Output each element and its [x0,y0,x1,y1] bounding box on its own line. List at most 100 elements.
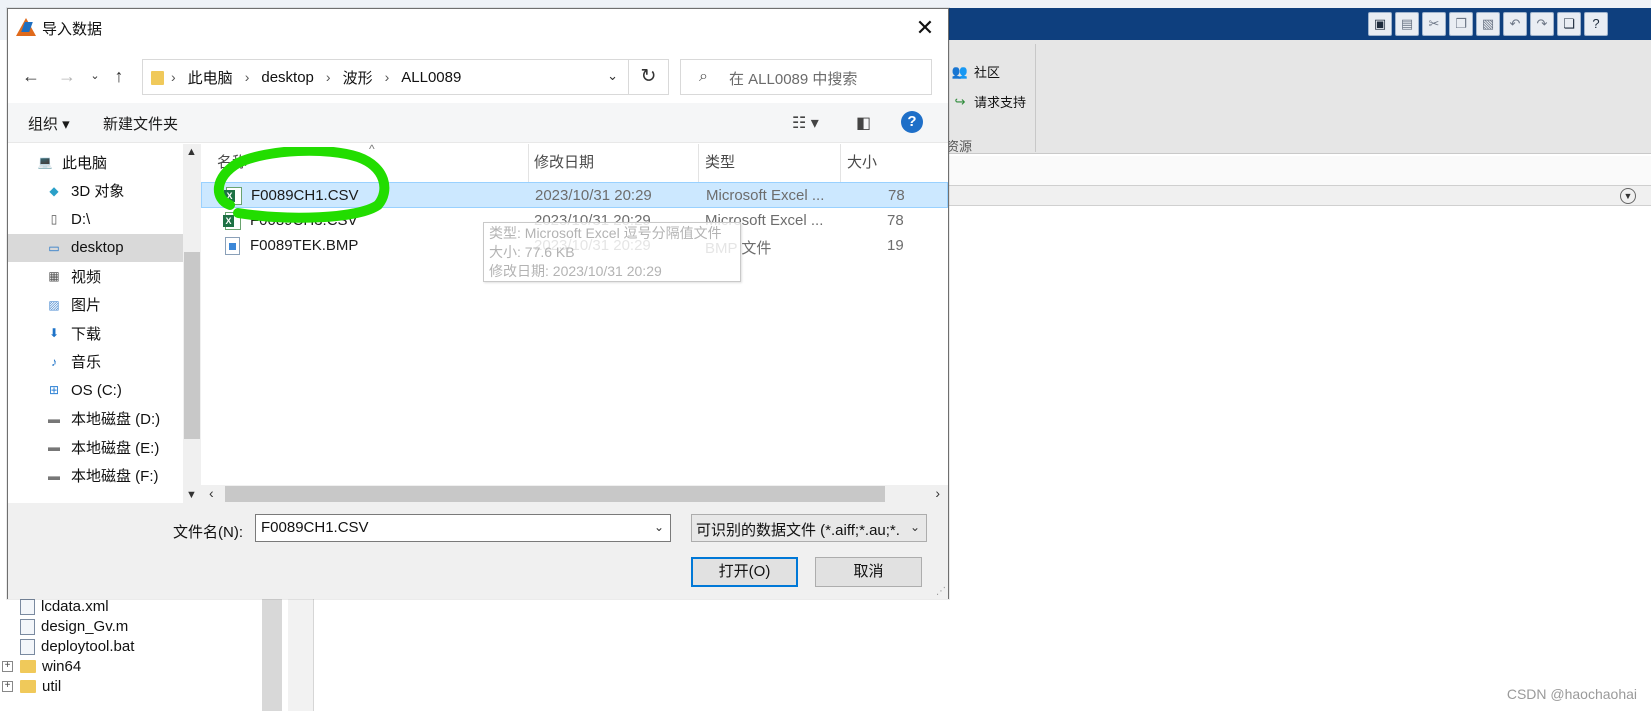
dialog-title-bar[interactable]: 导入数据 ✕ [8,9,948,47]
navigation-scrollbar[interactable]: ▲ ▼ [183,144,201,503]
resize-grip-icon[interactable]: ⋰ [936,586,946,597]
layout-icon[interactable]: ▣ [1368,12,1392,36]
back-arrow-icon[interactable]: ← [20,64,42,88]
tree-folder[interactable]: win64 [20,656,81,677]
column-divider[interactable] [528,144,529,182]
help-icon[interactable]: ? [901,111,923,133]
search-box[interactable]: ⌕ 在 ALL0089 中搜索 [680,59,932,95]
collapse-panel-icon[interactable]: ▼ [1620,188,1636,204]
drive-icon: ▯ [50,212,58,226]
file-date: 2023/10/31 20:29 [535,187,652,204]
nav-item[interactable]: ♪ 音乐 [8,348,183,376]
address-history-chevron-icon[interactable]: ⌄ [607,68,618,84]
excel-csv-icon [223,211,241,230]
column-divider[interactable] [840,144,841,182]
request-support-link[interactable]: ↪ 请求支持 [951,92,1026,111]
organize-menu[interactable]: 组织 ▾ [28,113,70,134]
file-row[interactable]: F0089CH1.CSV 2023/10/31 20:29 Microsoft Ex… [201,182,948,208]
local-disk-icon: ▬ [48,468,60,483]
column-header-date[interactable]: 修改日期 [534,144,594,182]
quick-access-toolbar: ▣ ▤ ✂ ❐ ▧ ↶ ↷ ❏? [1368,12,1608,38]
breadcrumb-segment[interactable]: ALL0089 [401,69,461,86]
scroll-up-icon[interactable]: ▲ [186,146,197,158]
tree-file[interactable]: deploytool.bat [20,636,134,657]
downloads-icon: ⬇ [48,326,60,340]
forward-arrow-icon[interactable]: → [56,64,78,88]
filename-input[interactable]: F0089CH1.CSV ⌄ [255,514,671,542]
copy-icon[interactable]: ❐ [1449,12,1473,36]
pictures-icon: ▨ [48,297,60,312]
3d-objects-icon: ◆ [49,183,59,198]
nav-item[interactable]: ▬ 本地磁盘 (F:) [8,462,183,490]
preview-pane-icon[interactable]: ◧ [856,113,871,133]
nav-item[interactable]: ▭ desktop [8,233,183,262]
editor-gutter [288,594,314,711]
breadcrumb-segment[interactable]: 波形 [343,67,373,88]
desktop-icon: ▭ [48,240,60,255]
expand-icon[interactable]: + [2,681,13,692]
folder-icon [151,71,164,85]
scroll-right-icon[interactable]: › [935,485,940,501]
nav-item[interactable]: ▬ 本地磁盘 (E:) [8,433,183,461]
ribbon-panel [945,40,1651,154]
breadcrumb-segment[interactable]: 此电脑 [188,67,233,88]
refresh-button[interactable]: ↻ [629,59,669,95]
horizontal-scroll-thumb[interactable] [225,486,885,502]
nav-item[interactable]: ▬ 本地磁盘 (D:) [8,405,183,433]
open-button[interactable]: 打开(O) [691,557,798,587]
nav-item[interactable]: 💻 此电脑 [8,148,183,176]
column-header-type[interactable]: 类型 [705,144,735,182]
expand-icon[interactable]: + [2,661,13,672]
cancel-button[interactable]: 取消 [815,557,922,587]
breadcrumb-chevron-icon[interactable]: › [171,69,176,85]
redo-icon[interactable]: ↷ [1530,12,1554,36]
filename-history-chevron-icon[interactable]: ⌄ [654,520,664,534]
nav-item[interactable]: ⊞ OS (C:) [8,376,183,404]
scroll-left-icon[interactable]: ‹ [209,485,214,501]
file-type-select[interactable]: 可识别的数据文件 (*.aiff;*.au;*. ⌄ [691,514,927,542]
help-icon[interactable]: ? [1584,12,1608,36]
search-placeholder: 在 ALL0089 中搜索 [729,71,858,88]
column-header-name[interactable]: 名称 [217,144,247,182]
up-arrow-icon[interactable]: ↑ [109,64,129,88]
file-icon [20,598,35,615]
breadcrumb-segment[interactable]: desktop [261,69,314,86]
address-bar[interactable]: › 此电脑 › desktop › 波形 › ALL0089 ⌄ [142,59,629,95]
switch-windows-icon[interactable]: ❏ [1557,12,1581,36]
nav-item-label: 本地磁盘 (F:) [71,468,159,485]
breadcrumb-chevron-icon[interactable]: › [245,69,250,85]
breadcrumb-chevron-icon[interactable]: › [385,69,390,85]
save-icon[interactable]: ▤ [1395,12,1419,36]
nav-item[interactable]: ⬇ 下载 [8,319,183,347]
paste-icon[interactable]: ▧ [1476,12,1500,36]
cut-icon[interactable]: ✂ [1422,12,1446,36]
undo-icon[interactable]: ↶ [1503,12,1527,36]
column-header-size[interactable]: 大小 [847,144,877,182]
close-button[interactable]: ✕ [902,9,948,47]
file-icon [20,618,35,635]
recent-locations-chevron-icon[interactable]: ⌄ [88,64,102,88]
nav-item[interactable]: ▯ D:\ [8,205,183,233]
local-disk-icon: ▬ [48,440,60,454]
scroll-down-icon[interactable]: ▼ [186,489,197,501]
community-label: 社区 [974,65,1001,80]
filename-value: F0089CH1.CSV [261,519,369,536]
navigation-pane: 💻 此电脑 ◆ 3D 对象 ▯ D:\ ▭ desktop ▦ 视频 ▨ 图片 ⬇ 下载 ♪ 音乐 ⊞ OS (C… [8,144,201,503]
horizontal-scrollbar[interactable]: ‹ › [201,485,948,503]
tree-folder[interactable]: util [20,676,61,697]
tree-file[interactable]: design_Gv.m [20,616,128,637]
community-icon: 👥 [951,63,969,79]
new-folder-button[interactable]: 新建文件夹 [103,113,178,134]
breadcrumb-chevron-icon[interactable]: › [326,69,331,85]
nav-item[interactable]: ▦ 视频 [8,262,183,290]
panel-splitter[interactable] [262,594,282,711]
nav-item-label: 下载 [71,325,102,343]
bitmap-file-icon [225,237,240,255]
nav-item[interactable]: ◆ 3D 对象 [8,177,183,205]
column-divider[interactable] [698,144,699,182]
scroll-thumb[interactable] [184,252,200,439]
nav-item[interactable]: ▨ 图片 [8,291,183,319]
community-link[interactable]: 👥 社区 [951,62,1000,81]
view-options-icon[interactable]: ☷ ▾ [792,113,819,133]
tree-file[interactable]: lcdata.xml [20,596,109,617]
